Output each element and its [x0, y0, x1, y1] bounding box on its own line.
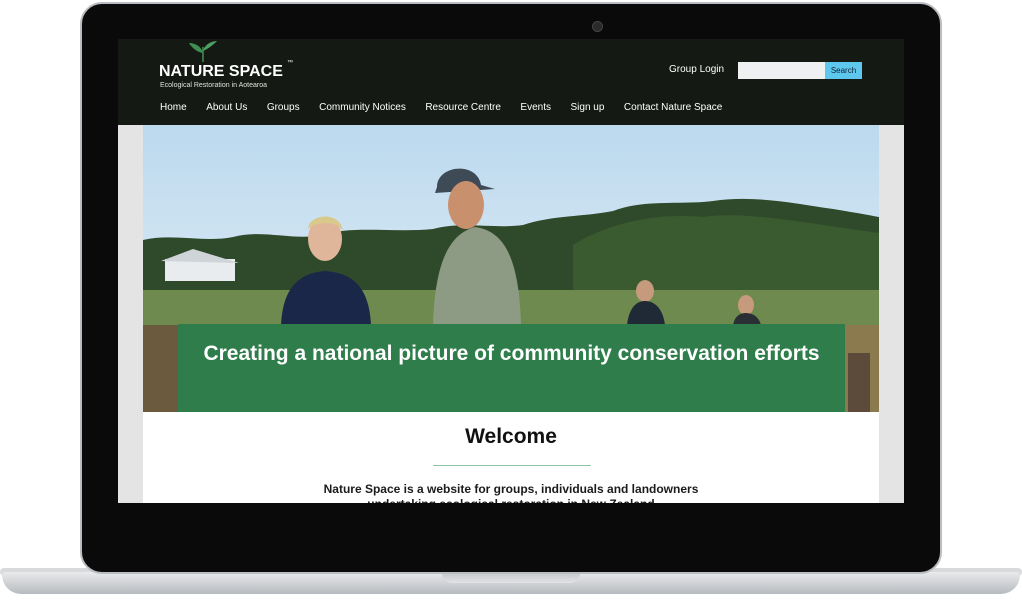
nav-sign-up[interactable]: Sign up [571, 102, 605, 113]
hero-title: Creating a national picture of community… [203, 342, 820, 365]
divider [433, 465, 591, 466]
nav-contact[interactable]: Contact Nature Space [624, 102, 722, 113]
browser-screen: NATURE SPACE ™ Ecological Restoration in… [118, 39, 904, 503]
camera-icon [592, 21, 603, 32]
logo-tagline: Ecological Restoration in Aotearoa [160, 82, 268, 89]
hero: Creating a national picture of community… [143, 125, 879, 412]
welcome-heading: Welcome [465, 425, 557, 448]
trademark: ™ [287, 60, 293, 66]
leaf-icon [189, 41, 217, 62]
laptop-notch [442, 573, 580, 583]
site-header: NATURE SPACE ™ Ecological Restoration in… [118, 39, 904, 125]
main-nav: Home About Us Groups Community Notices R… [160, 102, 742, 113]
nav-community-notices[interactable]: Community Notices [319, 102, 406, 113]
page-content: Creating a national picture of community… [143, 125, 879, 503]
logo-title: NATURE SPACE [159, 63, 283, 80]
hero-banner: Creating a national picture of community… [178, 324, 845, 412]
nav-events[interactable]: Events [520, 102, 551, 113]
group-login-link[interactable]: Group Login [669, 64, 724, 75]
nav-home[interactable]: Home [160, 102, 187, 113]
search-input[interactable] [738, 62, 825, 79]
nav-groups[interactable]: Groups [267, 102, 300, 113]
logo[interactable]: NATURE SPACE ™ Ecological Restoration in… [159, 41, 299, 91]
nav-about-us[interactable]: About Us [206, 102, 247, 113]
search-button[interactable]: Search [825, 62, 862, 79]
nav-resource-centre[interactable]: Resource Centre [425, 102, 501, 113]
intro-text: Nature Space is a website for groups, in… [323, 482, 699, 503]
